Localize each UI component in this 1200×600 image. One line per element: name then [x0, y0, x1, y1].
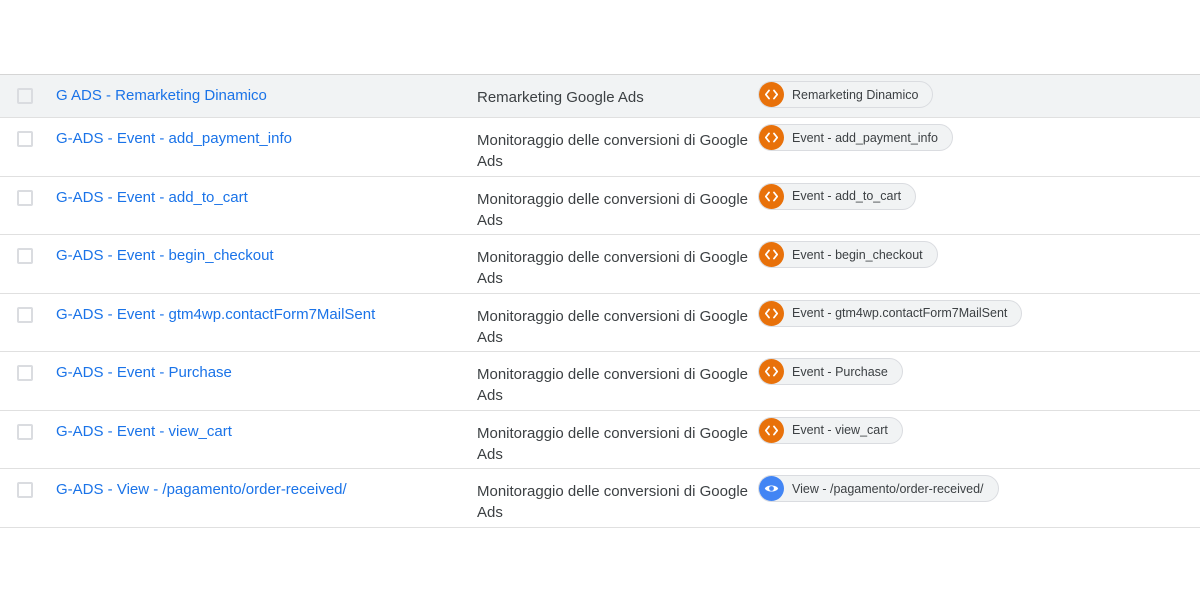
row-checkbox[interactable] [17, 88, 33, 104]
trigger-chip[interactable]: Remarketing Dinamico [758, 81, 934, 108]
tag-type: Monitoraggio delle conversioni di Google… [477, 424, 748, 463]
row-checkbox[interactable] [17, 482, 33, 498]
tag-type: Monitoraggio delle conversioni di Google… [477, 483, 748, 521]
code-icon [759, 242, 784, 267]
tag-type: Monitoraggio delle conversioni di Google… [477, 307, 748, 346]
tag-name-link[interactable]: G-ADS - Event - gtm4wp.contactForm7MailS… [56, 306, 375, 323]
row-checkbox[interactable] [17, 189, 33, 206]
tag-name-link[interactable]: G-ADS - View - /pagamento/order-received… [56, 481, 347, 498]
table-row[interactable]: G-ADS - Event - Purchase Monitoraggio de… [0, 352, 1200, 411]
tag-name-link[interactable]: G-ADS - Event - Purchase [56, 364, 232, 381]
trigger-label: Event - view_cart [792, 423, 888, 437]
trigger-chip[interactable]: Event - add_payment_info [758, 124, 953, 151]
table-row[interactable]: G ADS - Remarketing Dinamico Remarketing… [0, 75, 1200, 118]
row-checkbox[interactable] [17, 306, 33, 323]
tag-type: Monitoraggio delle conversioni di Google… [477, 366, 748, 404]
trigger-chip[interactable]: View - /pagamento/order-received/ [758, 475, 999, 502]
trigger-label: Event - add_to_cart [792, 189, 902, 203]
tag-name-link[interactable]: G-ADS - Event - add_payment_info [56, 130, 292, 147]
trigger-label: Event - add_payment_info [792, 130, 938, 145]
tag-type: Monitoraggio delle conversioni di Google… [477, 132, 748, 170]
tag-name-link[interactable]: G ADS - Remarketing Dinamico [56, 87, 267, 104]
trigger-chip[interactable]: Event - view_cart [758, 416, 903, 444]
tag-name-link[interactable]: G-ADS - Event - add_to_cart [56, 189, 248, 206]
trigger-label: Event - Purchase [792, 364, 888, 379]
trigger-label: Remarketing Dinamico [792, 87, 919, 102]
row-checkbox[interactable] [17, 131, 33, 147]
row-checkbox[interactable] [17, 365, 33, 381]
code-icon [759, 125, 784, 150]
tag-name-link[interactable]: G-ADS - Event - begin_checkout [56, 247, 274, 264]
trigger-label: View - /pagamento/order-received/ [792, 481, 984, 496]
tag-type: Remarketing Google Ads [477, 89, 644, 106]
code-icon [759, 300, 784, 326]
table-row[interactable]: G-ADS - Event - view_cart Monitoraggio d… [0, 410, 1200, 469]
trigger-chip[interactable]: Event - gtm4wp.contactForm7MailSent [758, 299, 1023, 327]
code-icon [759, 82, 784, 107]
tag-type: Monitoraggio delle conversioni di Google… [477, 249, 748, 287]
tags-table: G ADS - Remarketing Dinamico Remarketing… [0, 74, 1200, 528]
trigger-label: Event - gtm4wp.contactForm7MailSent [792, 306, 1008, 320]
trigger-label: Event - begin_checkout [792, 247, 923, 262]
code-icon [759, 359, 784, 384]
trigger-chip[interactable]: Event - add_to_cart [758, 182, 917, 210]
code-icon [759, 183, 784, 209]
tag-type: Monitoraggio delle conversioni di Google… [477, 190, 748, 229]
trigger-chip[interactable]: Event - begin_checkout [758, 241, 938, 268]
table-row[interactable]: G-ADS - Event - begin_checkout Monitorag… [0, 235, 1200, 294]
table-row[interactable]: G-ADS - View - /pagamento/order-received… [0, 469, 1200, 528]
eye-icon [759, 476, 784, 501]
tag-name-link[interactable]: G-ADS - Event - view_cart [56, 423, 232, 440]
table-row[interactable]: G-ADS - Event - add_to_cart Monitoraggio… [0, 176, 1200, 235]
row-checkbox[interactable] [17, 423, 33, 440]
table-row[interactable]: G-ADS - Event - gtm4wp.contactForm7MailS… [0, 293, 1200, 352]
trigger-chip[interactable]: Event - Purchase [758, 358, 903, 385]
code-icon [759, 417, 784, 443]
table-row[interactable]: G-ADS - Event - add_payment_info Monitor… [0, 118, 1200, 177]
row-checkbox[interactable] [17, 248, 33, 264]
